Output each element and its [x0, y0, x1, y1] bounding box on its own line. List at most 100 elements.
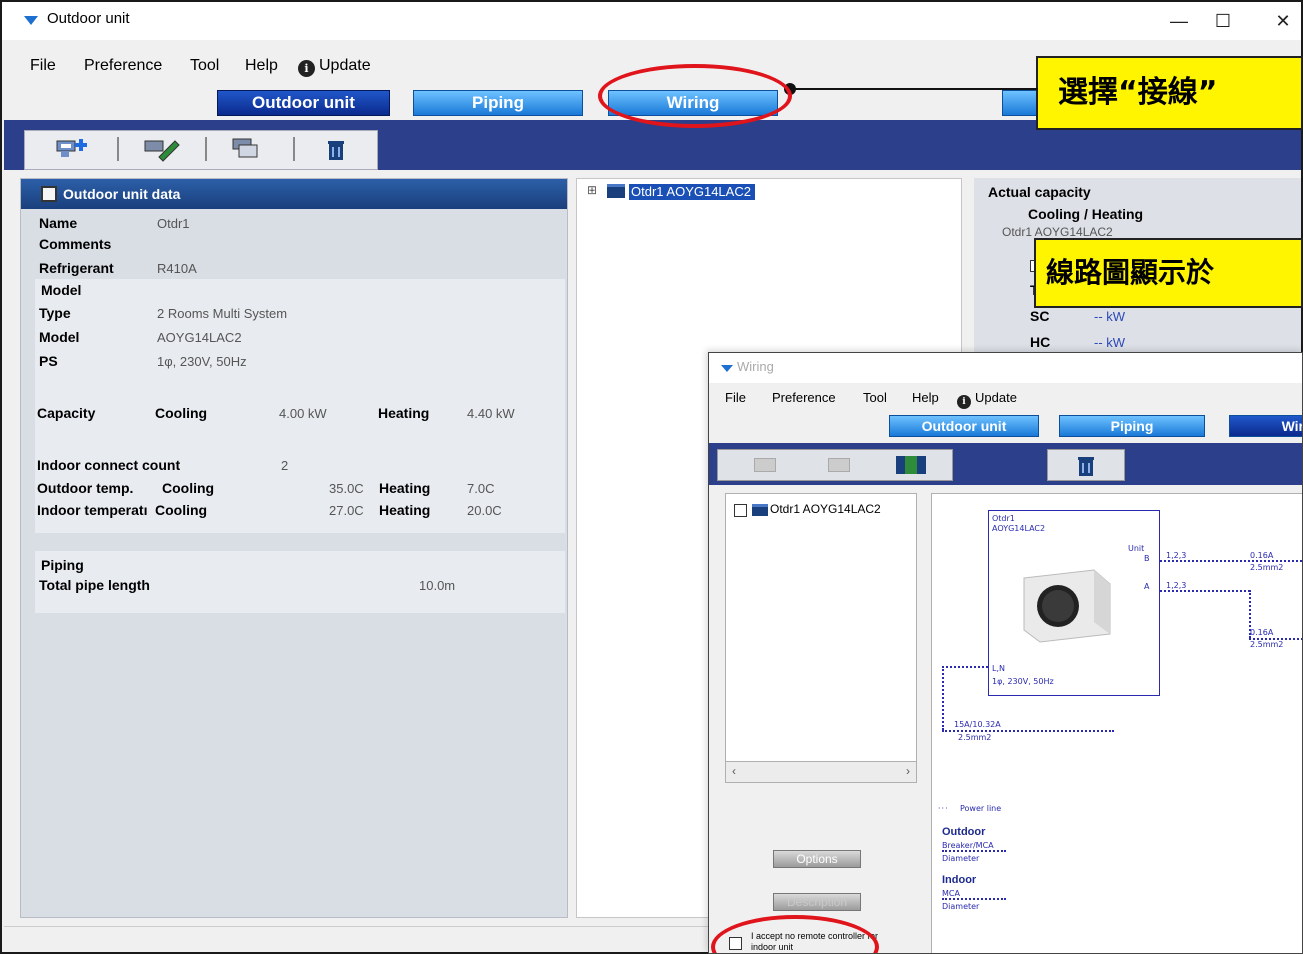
wiring-diagram-canvas: Otdr1 AOYG14LAC2 Unit B A 1,2,3 0.16A 2.… [931, 493, 1302, 953]
wiring-connect-icon[interactable] [896, 456, 926, 474]
hc-value: -- kW [1094, 335, 1126, 350]
maximize-button[interactable]: ☐ [1208, 8, 1238, 34]
wiring-toolbar [717, 449, 953, 481]
wiring-tab-piping[interactable]: Piping [1059, 415, 1205, 437]
highlight-ring-accept [711, 915, 879, 953]
wiring-tool-1-icon[interactable] [754, 458, 776, 472]
wiring-unit-checkbox[interactable] [734, 504, 747, 517]
diagram-port-b: B [1144, 554, 1150, 563]
line1-label: 1,2,3 [1166, 551, 1187, 560]
info-icon: i [298, 60, 315, 77]
highlight-ring-wiring [598, 64, 792, 128]
callout-diagram-shown: 線路圖顯示於 [1034, 238, 1303, 308]
tab-piping[interactable]: Piping [413, 90, 583, 116]
power-line-vert [942, 666, 944, 730]
indoor-temp-cooling: 27.0C [329, 503, 364, 518]
wiring-menu-tool[interactable]: Tool [863, 389, 887, 407]
line1-amp: 0.16A [1250, 551, 1274, 560]
legend-outdoor-l2: Diameter [942, 854, 980, 863]
unit-data-icon [41, 186, 57, 202]
menu-tool[interactable]: Tool [190, 54, 219, 78]
wiring-delete-toolbar [1047, 449, 1125, 481]
type-label: Type [39, 305, 71, 321]
wiring-list-item[interactable]: Otdr1 AOYG14LAC2 [770, 502, 881, 516]
toolbar-separator [117, 137, 119, 161]
legend-outdoor-title: Outdoor [942, 826, 986, 838]
sc-value: -- kW [1094, 309, 1126, 324]
wiring-menu-file[interactable]: File [725, 389, 746, 407]
outdoor-temp-heating: 7.0C [467, 481, 495, 496]
wiring-app-logo-icon [721, 365, 733, 372]
menu-file[interactable]: File [30, 54, 56, 78]
trash-icon [328, 141, 344, 160]
diagram-unit-model: AOYG14LAC2 [992, 524, 1046, 533]
scroll-left-icon[interactable]: ‹ [732, 764, 736, 778]
callout-select-wiring: 選擇“接線” [1036, 56, 1303, 130]
model-value: AOYG14LAC2 [157, 330, 242, 345]
menu-help[interactable]: Help [245, 54, 278, 78]
capacity-subheader: Cooling / Heating [1028, 206, 1144, 222]
legend-outdoor-l1: Breaker/MCA [942, 841, 1006, 852]
line2-diameter: 2.5mm2 [1250, 640, 1284, 649]
description-button[interactable]: Description [773, 893, 861, 911]
menu-preference[interactable]: Preference [84, 54, 162, 78]
legend-indoor-l2: Diameter [942, 902, 980, 911]
line2-amp: 0.16A [1250, 628, 1274, 637]
tab-outdoor-unit[interactable]: Outdoor unit [217, 90, 390, 116]
copy-unit-button[interactable] [217, 135, 277, 165]
panel-header-text: Outdoor unit data [63, 186, 181, 202]
callout-pointer [784, 83, 1038, 95]
scroll-right-icon[interactable]: › [906, 764, 910, 778]
menu-update[interactable]: i Update [298, 54, 371, 78]
wiring-window: Wiring File Preference Tool Help i Update… [708, 352, 1303, 954]
wiring-unit-icon [752, 504, 768, 516]
outdoor-temp-cooling-label: Cooling [162, 480, 215, 496]
pipe-length-label: Total pipe length [39, 577, 150, 593]
app-logo-icon [24, 16, 38, 25]
window-title: Outdoor unit [47, 10, 130, 27]
wiring-tab-outdoor-unit[interactable]: Outdoor unit [889, 415, 1039, 437]
wire-line-1 [1160, 560, 1302, 562]
wiring-menu-preference[interactable]: Preference [772, 389, 836, 407]
capacity-cooling-label: Cooling [155, 405, 208, 421]
wiring-trash-icon[interactable] [1074, 454, 1098, 478]
diagram-port-a: A [1144, 582, 1150, 591]
edit-unit-icon [144, 140, 180, 162]
minimize-button[interactable]: — [1164, 8, 1194, 34]
comments-label: Comments [39, 236, 112, 252]
legend-indoor-l1: MCA [942, 889, 1006, 900]
name-label: Name [39, 215, 78, 231]
wiring-menu-help[interactable]: Help [912, 389, 939, 407]
name-value: Otdr1 [157, 216, 190, 231]
wiring-list-scrollbar[interactable]: ‹ › [725, 761, 917, 783]
edit-unit-button[interactable] [131, 135, 191, 165]
panel-header: Outdoor unit data [21, 179, 567, 209]
title-bar: Outdoor unit — ☐ ✕ [2, 2, 1301, 40]
toolbar-separator [205, 137, 207, 161]
tree-item-otdr1[interactable]: Otdr1 AOYG14LAC2 [629, 184, 755, 200]
legend-power-line: Power line [960, 804, 1002, 813]
diagram-unit-name: Otdr1 [992, 514, 1015, 523]
power-line-top [942, 666, 988, 668]
capacity-heating-value: 4.40 kW [467, 406, 515, 421]
add-unit-button[interactable] [43, 135, 103, 165]
close-button[interactable]: ✕ [1268, 8, 1298, 34]
wiring-menu-update[interactable]: i Update [957, 389, 1017, 409]
power-line-bottom [942, 730, 1114, 732]
outdoor-unit-icon [607, 184, 625, 198]
tree-expand-icon[interactable]: ⊞ [587, 183, 597, 197]
capacity-unit: Otdr1 AOYG14LAC2 [1002, 225, 1113, 239]
legend-indoor-title: Indoor [942, 874, 977, 886]
diagram-unit-label: Unit [1128, 544, 1145, 553]
legend-power-dots: ··· [938, 804, 949, 813]
outdoor-temp-label: Outdoor temp. [37, 480, 134, 496]
add-unit-icon [56, 139, 87, 157]
delete-unit-button[interactable] [305, 135, 365, 165]
line1-diameter: 2.5mm2 [1250, 563, 1284, 572]
breaker-diameter: 2.5mm2 [958, 733, 992, 742]
wiring-tool-2-icon[interactable] [828, 458, 850, 472]
type-value: 2 Rooms Multi System [157, 306, 288, 321]
wiring-tab-wiring[interactable]: Wir [1229, 415, 1302, 437]
menu-update-label: Update [319, 57, 371, 74]
options-button[interactable]: Options [773, 850, 861, 868]
